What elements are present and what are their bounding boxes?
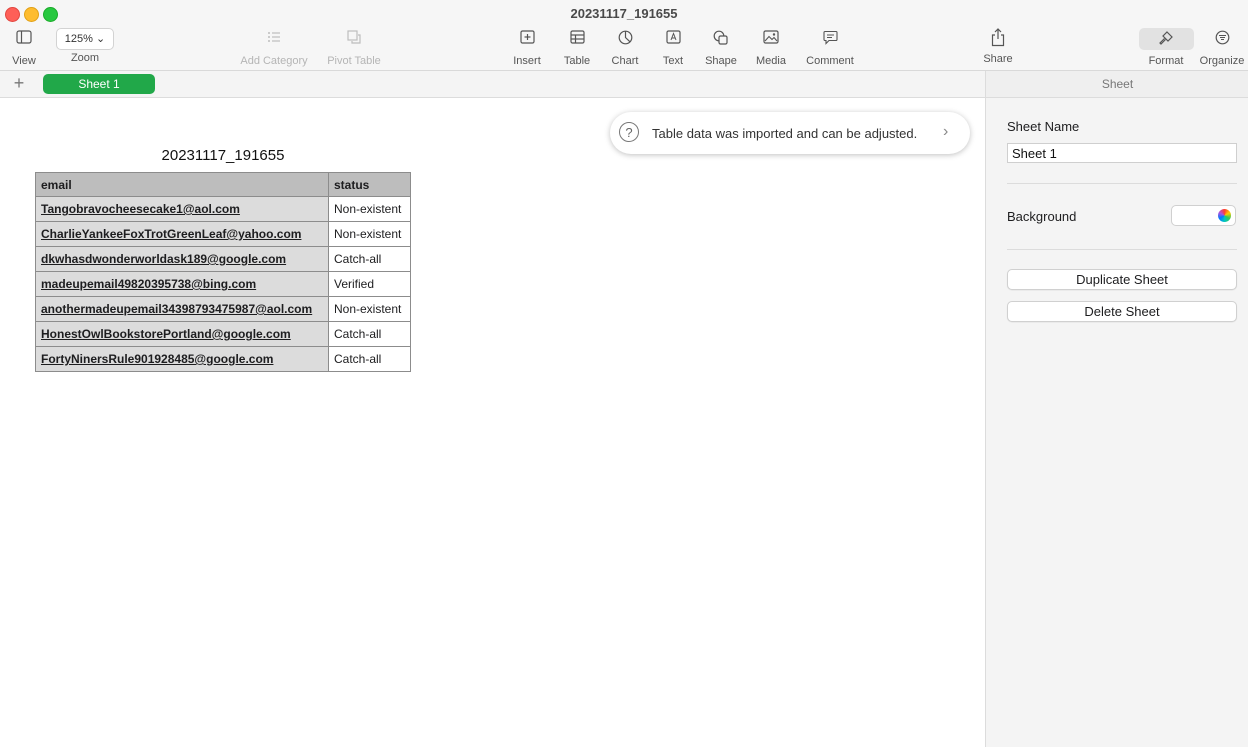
duplicate-sheet-button[interactable]: Duplicate Sheet xyxy=(1007,269,1237,290)
format-button[interactable]: Format xyxy=(1144,28,1188,68)
tab-sheet-1[interactable]: Sheet 1 xyxy=(43,74,155,94)
share-icon xyxy=(978,28,1018,50)
sidebar-divider xyxy=(1007,183,1237,184)
background-color-well[interactable] xyxy=(1171,205,1236,226)
table-row: CharlieYankeeFoxTrotGreenLeaf@yahoo.com … xyxy=(35,221,411,247)
status-cell[interactable]: Non-existent xyxy=(328,196,411,222)
chart-button[interactable]: Chart xyxy=(605,28,645,68)
table-title[interactable]: 20231117_191655 xyxy=(35,147,411,164)
sidebar-icon xyxy=(4,30,44,52)
organize-button[interactable]: Organize xyxy=(1198,28,1246,68)
status-cell[interactable]: Verified xyxy=(328,271,411,297)
list-icon xyxy=(236,30,312,52)
table-row: FortyNinersRule901928485@google.com Catc… xyxy=(35,346,411,372)
insert-button[interactable]: Insert xyxy=(507,28,547,68)
table-header-row: email status xyxy=(35,172,411,197)
shape-icon xyxy=(701,30,741,52)
pivot-table-icon xyxy=(322,30,386,52)
table-row: anothermadeupemail34398793475987@aol.com… xyxy=(35,296,411,322)
sheet-tab-bar: + Sheet 1 xyxy=(0,71,985,98)
media-button[interactable]: Media xyxy=(751,28,791,68)
notification-message: Table data was imported and can be adjus… xyxy=(652,126,918,141)
sheet-canvas[interactable]: 20231117_191655 email status Tangobravoc… xyxy=(0,98,985,747)
text-box-icon xyxy=(653,30,693,52)
sidebar-divider xyxy=(1007,249,1237,250)
photo-icon xyxy=(751,30,791,52)
email-cell[interactable]: dkwhasdwonderworldask189@google.com xyxy=(35,246,329,272)
background-label: Background xyxy=(1007,209,1077,224)
table-row: madeupemail49820395738@bing.com Verified xyxy=(35,271,411,297)
table-icon xyxy=(557,30,597,52)
status-cell[interactable]: Non-existent xyxy=(328,296,411,322)
window-title: 20231117_191655 xyxy=(570,6,678,21)
comment-button[interactable]: Comment xyxy=(801,28,859,68)
zoom-select[interactable]: 125% ⌄ xyxy=(55,28,115,50)
organize-icon xyxy=(1198,30,1246,52)
shape-button[interactable]: Shape xyxy=(701,28,741,68)
table-button[interactable]: Table xyxy=(557,28,597,68)
data-table[interactable]: email status Tangobravocheesecake1@aol.c… xyxy=(35,172,411,372)
share-button[interactable]: Share xyxy=(978,28,1018,68)
sidebar-tab-sheet[interactable]: Sheet xyxy=(986,71,1248,98)
email-cell[interactable]: Tangobravocheesecake1@aol.com xyxy=(35,196,329,222)
comment-icon xyxy=(801,30,859,52)
color-wheel-icon[interactable] xyxy=(1218,209,1231,222)
table-row: Tangobravocheesecake1@aol.com Non-existe… xyxy=(35,196,411,222)
text-button[interactable]: Text xyxy=(653,28,693,68)
header-status[interactable]: status xyxy=(328,172,411,197)
email-cell[interactable]: CharlieYankeeFoxTrotGreenLeaf@yahoo.com xyxy=(35,221,329,247)
header-email[interactable]: email xyxy=(35,172,329,197)
zoom-control[interactable]: 125% ⌄ Zoom xyxy=(54,28,116,68)
format-sidebar: Sheet Sheet Name Background Duplicate Sh… xyxy=(985,71,1248,747)
status-cell[interactable]: Catch-all xyxy=(328,246,411,272)
import-notification[interactable]: ? Table data was imported and can be adj… xyxy=(610,112,970,154)
table-row: HonestOwlBookstorePortland@google.com Ca… xyxy=(35,321,411,347)
pivot-table-button[interactable]: Pivot Table xyxy=(322,28,386,68)
table-row: dkwhasdwonderworldask189@google.com Catc… xyxy=(35,246,411,272)
sheet-name-label: Sheet Name xyxy=(1007,119,1080,134)
email-cell[interactable]: anothermadeupemail34398793475987@aol.com xyxy=(35,296,329,322)
add-category-button[interactable]: Add Category xyxy=(236,28,312,68)
email-cell[interactable]: FortyNinersRule901928485@google.com xyxy=(35,346,329,372)
view-button[interactable]: View xyxy=(4,28,44,68)
delete-sheet-button[interactable]: Delete Sheet xyxy=(1007,301,1237,322)
email-cell[interactable]: HonestOwlBookstorePortland@google.com xyxy=(35,321,329,347)
add-sheet-button[interactable]: + xyxy=(10,73,28,93)
chevron-right-icon[interactable]: › xyxy=(943,123,948,141)
help-icon: ? xyxy=(619,122,639,142)
status-cell[interactable]: Catch-all xyxy=(328,321,411,347)
toolbar: 20231117_191655 View 125% ⌄ Zoom Add Cat… xyxy=(0,0,1248,71)
chart-icon xyxy=(605,30,645,52)
paintbrush-icon xyxy=(1144,30,1188,52)
insert-icon xyxy=(507,30,547,52)
email-cell[interactable]: madeupemail49820395738@bing.com xyxy=(35,271,329,297)
sheet-name-input[interactable] xyxy=(1007,143,1237,163)
status-cell[interactable]: Catch-all xyxy=(328,346,411,372)
status-cell[interactable]: Non-existent xyxy=(328,221,411,247)
chevron-down-icon: ⌄ xyxy=(95,33,106,45)
